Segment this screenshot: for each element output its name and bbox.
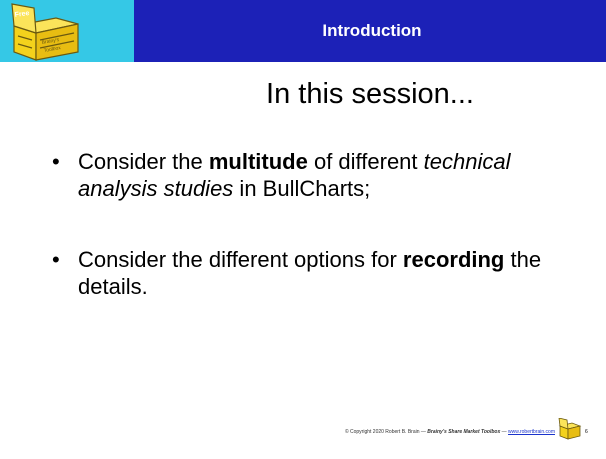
page-number: 6 [585, 429, 588, 435]
footer-copyright: © Copyright 2020 Robert B. Brain — [344, 429, 428, 435]
slide-title: In this session... [266, 78, 474, 110]
bullet-marker: • [52, 149, 60, 174]
toolbox-logo-icon: Free Brainy's Toolbox [11, 3, 79, 61]
footer-website-link[interactable]: www.robertbrain.com [508, 429, 555, 435]
bullet-text-run: recording [402, 247, 505, 272]
bullet-text-run: multitude [208, 149, 308, 174]
footer-dash: — [500, 429, 509, 435]
footer-series-name: Brainy's Share Market Toolbox [427, 429, 501, 435]
header-bar: Introduction [134, 0, 606, 62]
bullet-text-run: of different [307, 149, 424, 174]
bullet-list: • Consider the multitude of different tec… [50, 148, 570, 300]
bullet-text-run: Consider the [78, 149, 209, 174]
bullet-item: • Consider the multitude of different tec… [50, 148, 570, 202]
header-title: Introduction [322, 21, 422, 40]
toolbox-small-icon [558, 418, 582, 440]
bullet-marker: • [52, 247, 60, 272]
header-logo-panel: Free Brainy's Toolbox [0, 0, 134, 62]
footer-credit: © Copyright 2020 Robert B. Brain — Brain… [0, 428, 555, 436]
bullet-item: • Consider the different options for reco… [50, 246, 570, 300]
bullet-text-run: Consider the different options for [78, 247, 403, 272]
bullet-text-run: in BullCharts; [233, 176, 371, 201]
